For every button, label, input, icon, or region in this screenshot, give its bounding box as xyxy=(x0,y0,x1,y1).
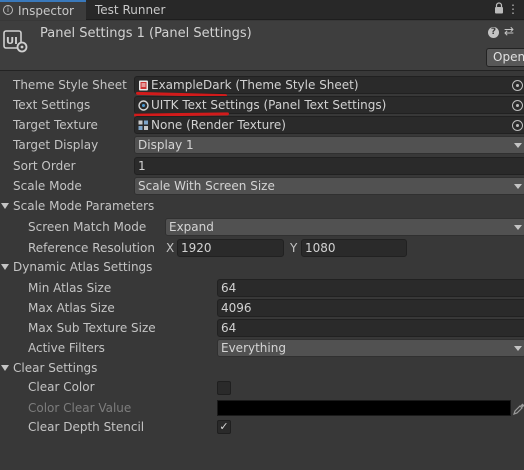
clear-color-label: Clear Color xyxy=(28,380,95,394)
row-target-texture: Target Texture None (Render Texture) xyxy=(0,116,524,136)
page-title: Panel Settings 1 (Panel Settings) xyxy=(40,26,252,41)
active-filters-value: Everything xyxy=(221,341,286,355)
chevron-down-icon xyxy=(514,225,522,230)
object-picker-icon[interactable] xyxy=(512,120,523,131)
reference-resolution-y-value: 1080 xyxy=(305,241,336,255)
theme-style-sheet-field[interactable]: ExampleDark (Theme Style Sheet) xyxy=(134,76,524,94)
row-reference-resolution: Reference Resolution X 1920 Y 1080 xyxy=(0,239,524,259)
tab-test-runner-label: Test Runner xyxy=(95,3,166,17)
min-atlas-size-label: Min Atlas Size xyxy=(28,281,112,295)
foldout-dynamic-atlas-settings[interactable]: Dynamic Atlas Settings xyxy=(0,258,524,278)
style-sheet-icon xyxy=(139,80,148,91)
color-clear-value-swatch xyxy=(217,400,511,416)
active-filters-label: Active Filters xyxy=(28,341,105,355)
help-icon[interactable]: ? xyxy=(488,27,499,38)
x-label: X xyxy=(166,241,175,255)
tab-inspector-label: Inspector xyxy=(18,4,74,18)
theme-style-sheet-value: ExampleDark (Theme Style Sheet) xyxy=(151,78,359,92)
text-settings-field[interactable]: UITK Text Settings (Panel Text Settings) xyxy=(134,96,524,114)
sort-order-field[interactable]: 1 xyxy=(134,157,524,175)
max-atlas-size-label: Max Atlas Size xyxy=(28,301,115,315)
target-display-dropdown[interactable]: Display 1 xyxy=(134,136,524,154)
row-clear-depth-stencil: Clear Depth Stencil ✓ xyxy=(0,418,524,438)
svg-text:UI: UI xyxy=(6,36,18,47)
clear-settings-title: Clear Settings xyxy=(13,361,98,375)
reference-resolution-y-field[interactable]: 1080 xyxy=(301,239,407,257)
screen-match-mode-label: Screen Match Mode xyxy=(28,220,147,234)
text-settings-label: Text Settings xyxy=(13,98,91,112)
screen-match-mode-dropdown[interactable]: Expand xyxy=(165,218,524,236)
inspector-header: UI Panel Settings 1 (Panel Settings) ? ⇄… xyxy=(0,21,524,71)
clear-color-checkbox[interactable] xyxy=(217,381,231,395)
max-sub-texture-size-field[interactable]: 64 xyxy=(217,319,524,337)
row-clear-color: Clear Color xyxy=(0,378,524,398)
max-atlas-size-field[interactable]: 4096 xyxy=(217,299,524,317)
presets-icon[interactable]: ⇄ xyxy=(504,24,514,38)
reference-resolution-label: Reference Resolution xyxy=(28,241,155,255)
info-icon: i xyxy=(3,5,13,15)
dynamic-atlas-settings-title: Dynamic Atlas Settings xyxy=(13,260,153,274)
render-texture-icon xyxy=(138,120,148,130)
max-sub-texture-size-value: 64 xyxy=(221,321,237,335)
target-texture-field[interactable]: None (Render Texture) xyxy=(134,116,524,134)
row-target-display: Target Display Display 1 xyxy=(0,136,524,156)
min-atlas-size-field[interactable]: 64 xyxy=(217,279,524,297)
scale-mode-value: Scale With Screen Size xyxy=(138,179,275,193)
reference-resolution-x-value: 1920 xyxy=(181,241,212,255)
row-screen-match-mode: Screen Match Mode Expand xyxy=(0,218,524,238)
object-picker-icon[interactable] xyxy=(512,100,523,111)
min-atlas-size-value: 64 xyxy=(221,281,237,295)
active-filters-dropdown[interactable]: Everything xyxy=(217,339,524,357)
chevron-down-icon xyxy=(514,346,522,351)
tab-inspector[interactable]: i Inspector xyxy=(0,0,86,20)
row-theme-style-sheet: Theme Style Sheet ExampleDark (Theme Sty… xyxy=(0,76,524,96)
eyedropper-icon xyxy=(513,403,524,415)
clear-depth-stencil-checkbox[interactable]: ✓ xyxy=(217,420,231,434)
target-display-value: Display 1 xyxy=(138,138,194,152)
more-options-icon[interactable]: ⋮ xyxy=(507,3,519,15)
scale-mode-label: Scale Mode xyxy=(13,179,82,193)
screen-match-mode-value: Expand xyxy=(169,220,214,234)
object-picker-icon[interactable] xyxy=(512,80,523,91)
row-text-settings: Text Settings UITK Text Settings (Panel … xyxy=(0,96,524,116)
tab-bar: i Inspector Test Runner ⋮ xyxy=(0,0,524,20)
target-texture-label: Target Texture xyxy=(13,118,98,132)
foldout-arrow-icon xyxy=(1,365,9,371)
open-button[interactable]: Open xyxy=(486,48,524,67)
lock-icon[interactable] xyxy=(494,2,504,14)
chevron-down-icon xyxy=(514,143,522,148)
foldout-clear-settings[interactable]: Clear Settings xyxy=(0,359,524,379)
sort-order-value: 1 xyxy=(138,159,146,173)
text-settings-icon xyxy=(138,100,149,111)
text-settings-value: UITK Text Settings (Panel Text Settings) xyxy=(151,98,387,112)
row-scale-mode: Scale Mode Scale With Screen Size xyxy=(0,177,524,197)
clear-depth-stencil-label: Clear Depth Stencil xyxy=(28,420,145,434)
panel-settings-asset-icon: UI xyxy=(3,30,28,53)
row-max-sub-texture-size: Max Sub Texture Size 64 xyxy=(0,319,524,339)
target-display-label: Target Display xyxy=(13,138,99,152)
foldout-arrow-icon xyxy=(1,203,9,209)
max-sub-texture-size-label: Max Sub Texture Size xyxy=(28,321,156,335)
reference-resolution-x-field[interactable]: 1920 xyxy=(177,239,284,257)
target-texture-value: None (Render Texture) xyxy=(151,118,286,132)
foldout-arrow-icon xyxy=(1,264,9,270)
row-active-filters: Active Filters Everything xyxy=(0,339,524,359)
theme-style-sheet-label: Theme Style Sheet xyxy=(13,78,127,92)
chevron-down-icon xyxy=(514,184,522,189)
foldout-scale-mode-parameters[interactable]: Scale Mode Parameters xyxy=(0,197,524,217)
row-min-atlas-size: Min Atlas Size 64 xyxy=(0,279,524,299)
color-clear-value-label: Color Clear Value xyxy=(28,401,132,415)
scale-mode-dropdown[interactable]: Scale With Screen Size xyxy=(134,177,524,195)
row-sort-order: Sort Order 1 xyxy=(0,157,524,177)
scale-mode-parameters-title: Scale Mode Parameters xyxy=(13,199,155,213)
row-color-clear-value: Color Clear Value xyxy=(0,399,524,419)
sort-order-label: Sort Order xyxy=(13,159,76,173)
tab-test-runner[interactable]: Test Runner xyxy=(86,0,173,20)
row-max-atlas-size: Max Atlas Size 4096 xyxy=(0,299,524,319)
y-label: Y xyxy=(290,241,298,255)
max-atlas-size-value: 4096 xyxy=(221,301,252,315)
